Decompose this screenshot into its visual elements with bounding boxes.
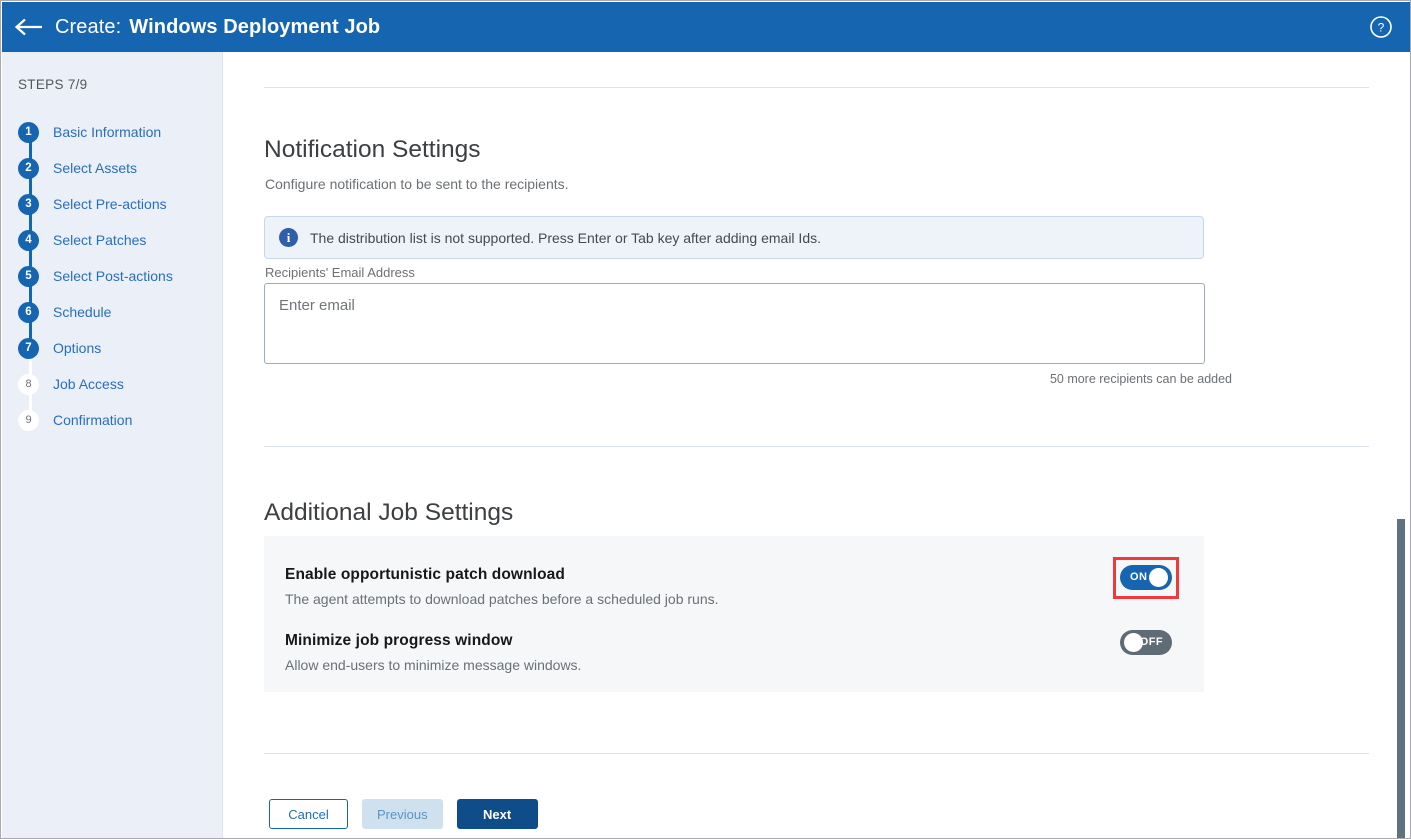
- additional-job-settings-title: Additional Job Settings: [264, 499, 513, 527]
- toggle-state-label: ON: [1130, 565, 1147, 590]
- application-window: Create: Windows Deployment Job ? STEPS 7…: [0, 0, 1411, 839]
- app-header: Create: Windows Deployment Job ?: [2, 2, 1411, 52]
- section-divider-middle: [264, 446, 1369, 447]
- step-badge: 2: [18, 158, 39, 179]
- wizard-step-list: 1 Basic Information 2 Select Assets 3 Se…: [2, 114, 223, 438]
- step-label: Job Access: [53, 376, 124, 392]
- main-content: Notification Settings Configure notifica…: [224, 52, 1411, 839]
- sidebar-item-select-pre-actions[interactable]: 3 Select Pre-actions: [2, 186, 223, 222]
- step-label: Basic Information: [53, 124, 161, 140]
- step-label: Select Pre-actions: [53, 196, 167, 212]
- setting-minimize-job-progress-window: Minimize job progress window Allow end-u…: [285, 632, 1185, 673]
- toggle-minimize-job-progress-window[interactable]: OFF: [1120, 630, 1172, 655]
- notification-settings-subtitle: Configure notification to be sent to the…: [265, 176, 569, 192]
- sidebar-item-select-assets[interactable]: 2 Select Assets: [2, 150, 223, 186]
- sidebar-item-schedule[interactable]: 6 Schedule: [2, 294, 223, 330]
- setting-label: Minimize job progress window: [285, 632, 1185, 650]
- previous-button[interactable]: Previous: [362, 799, 443, 829]
- page-title-main: Windows Deployment Job: [129, 16, 380, 39]
- sidebar-item-confirmation[interactable]: 9 Confirmation: [2, 402, 223, 438]
- sidebar-item-basic-information[interactable]: 1 Basic Information: [2, 114, 223, 150]
- recipients-email-label: Recipients' Email Address: [265, 265, 415, 280]
- info-banner: i The distribution list is not supported…: [264, 216, 1204, 259]
- recipients-email-input[interactable]: Enter email: [264, 283, 1205, 364]
- step-badge: 4: [18, 230, 39, 251]
- section-divider-bottom: [264, 753, 1369, 754]
- steps-counter-label: STEPS 7/9: [18, 77, 87, 92]
- page-title-prefix: Create:: [55, 16, 121, 39]
- step-badge: 1: [18, 122, 39, 143]
- wizard-footer: Cancel Previous Next: [269, 799, 538, 829]
- step-badge: 3: [18, 194, 39, 215]
- vertical-scrollbar-thumb[interactable]: [1397, 519, 1405, 839]
- step-badge: 5: [18, 266, 39, 287]
- step-label: Schedule: [53, 304, 111, 320]
- section-divider-top: [264, 87, 1369, 88]
- info-banner-text: The distribution list is not supported. …: [310, 230, 821, 246]
- setting-description: Allow end-users to minimize message wind…: [285, 657, 1185, 673]
- step-badge: 8: [18, 374, 39, 395]
- svg-text:?: ?: [1378, 21, 1385, 35]
- toggle-state-label: OFF: [1140, 630, 1163, 655]
- cancel-button[interactable]: Cancel: [269, 799, 348, 829]
- toggle-knob: [1149, 568, 1168, 587]
- next-button[interactable]: Next: [457, 799, 538, 829]
- setting-opportunistic-patch-download: Enable opportunistic patch download The …: [285, 566, 1185, 607]
- recipients-limit-hint: 50 more recipients can be added: [224, 372, 1232, 386]
- step-label: Confirmation: [53, 412, 132, 428]
- help-circle-icon[interactable]: ?: [1367, 13, 1395, 41]
- notification-settings-title: Notification Settings: [264, 136, 481, 164]
- page-title: Create: Windows Deployment Job: [55, 16, 380, 39]
- setting-label: Enable opportunistic patch download: [285, 566, 1185, 584]
- step-label: Select Post-actions: [53, 268, 173, 284]
- additional-settings-panel: Enable opportunistic patch download The …: [264, 536, 1204, 692]
- toggle-opportunistic-patch-download[interactable]: ON: [1120, 565, 1172, 590]
- back-arrow-icon[interactable]: [12, 12, 46, 42]
- sidebar-item-options[interactable]: 7 Options: [2, 330, 223, 366]
- step-label: Select Assets: [53, 160, 137, 176]
- recipients-email-placeholder: Enter email: [279, 297, 355, 314]
- wizard-sidebar: STEPS 7/9 1 Basic Information 2 Select A…: [2, 52, 223, 839]
- step-badge: 7: [18, 338, 39, 359]
- vertical-scrollbar-track[interactable]: [1397, 52, 1409, 839]
- sidebar-item-job-access[interactable]: 8 Job Access: [2, 366, 223, 402]
- sidebar-item-select-post-actions[interactable]: 5 Select Post-actions: [2, 258, 223, 294]
- info-circle-icon: i: [279, 228, 298, 247]
- step-label: Options: [53, 340, 101, 356]
- step-badge: 6: [18, 302, 39, 323]
- step-label: Select Patches: [53, 232, 146, 248]
- step-badge: 9: [18, 410, 39, 431]
- setting-description: The agent attempts to download patches b…: [285, 591, 1185, 607]
- sidebar-item-select-patches[interactable]: 4 Select Patches: [2, 222, 223, 258]
